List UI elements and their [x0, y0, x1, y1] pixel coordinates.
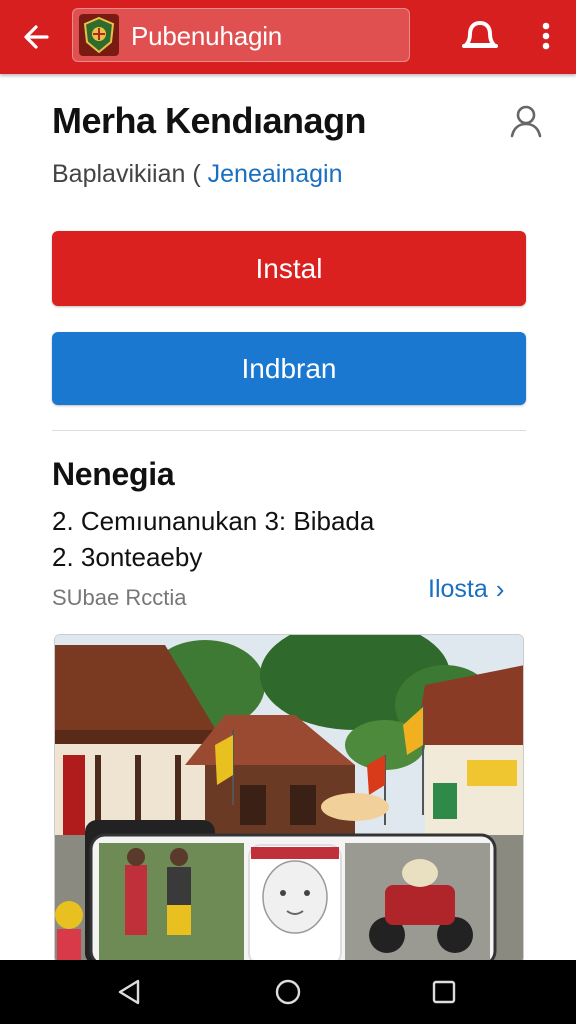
- app-bar: Pubenuhagin: [0, 0, 576, 74]
- developer-link[interactable]: Jeneainagin: [208, 160, 343, 188]
- info-line: 2. Cemıunanukan 3: Bibada: [52, 506, 375, 536]
- app-title: Pubenuhagin: [131, 21, 283, 51]
- arrow-left-icon: [24, 25, 49, 49]
- see-more-link[interactable]: Ilosta ›: [428, 574, 504, 605]
- info-caption: SUbae Rcctia: [52, 585, 187, 610]
- app-screenshot[interactable]: [54, 634, 524, 964]
- notification-bell-icon: [462, 21, 498, 48]
- developer-line: Baplavikiian ( Jeneainagin: [52, 160, 342, 189]
- more-vertical-icon: [542, 22, 550, 50]
- nav-recents-square-icon[interactable]: [428, 976, 460, 1008]
- user-icon[interactable]: [506, 102, 546, 142]
- info-line: 2. 3onteaeby: [52, 542, 203, 572]
- system-nav-bar: [0, 960, 576, 1024]
- nav-back-triangle-icon[interactable]: [114, 976, 146, 1008]
- see-more-label: Ilosta: [428, 575, 488, 603]
- open-button[interactable]: Indbran: [52, 332, 526, 405]
- notifications-button[interactable]: [458, 16, 502, 56]
- overflow-menu-button[interactable]: [532, 16, 560, 56]
- developer-prefix: Baplavikiian (: [52, 160, 201, 188]
- nav-home-circle-icon[interactable]: [272, 976, 304, 1008]
- village-market-photo: [55, 635, 523, 963]
- coat-of-arms-icon: [79, 14, 119, 56]
- install-button[interactable]: Instal: [52, 231, 526, 306]
- page-title: Merha Kendıanagn: [52, 100, 367, 141]
- section-title: Nenegia: [52, 456, 175, 492]
- divider: [52, 430, 526, 431]
- chevron-right-icon: ›: [495, 574, 505, 604]
- back-button[interactable]: [16, 17, 56, 57]
- app-title-bar[interactable]: Pubenuhagin: [72, 8, 410, 62]
